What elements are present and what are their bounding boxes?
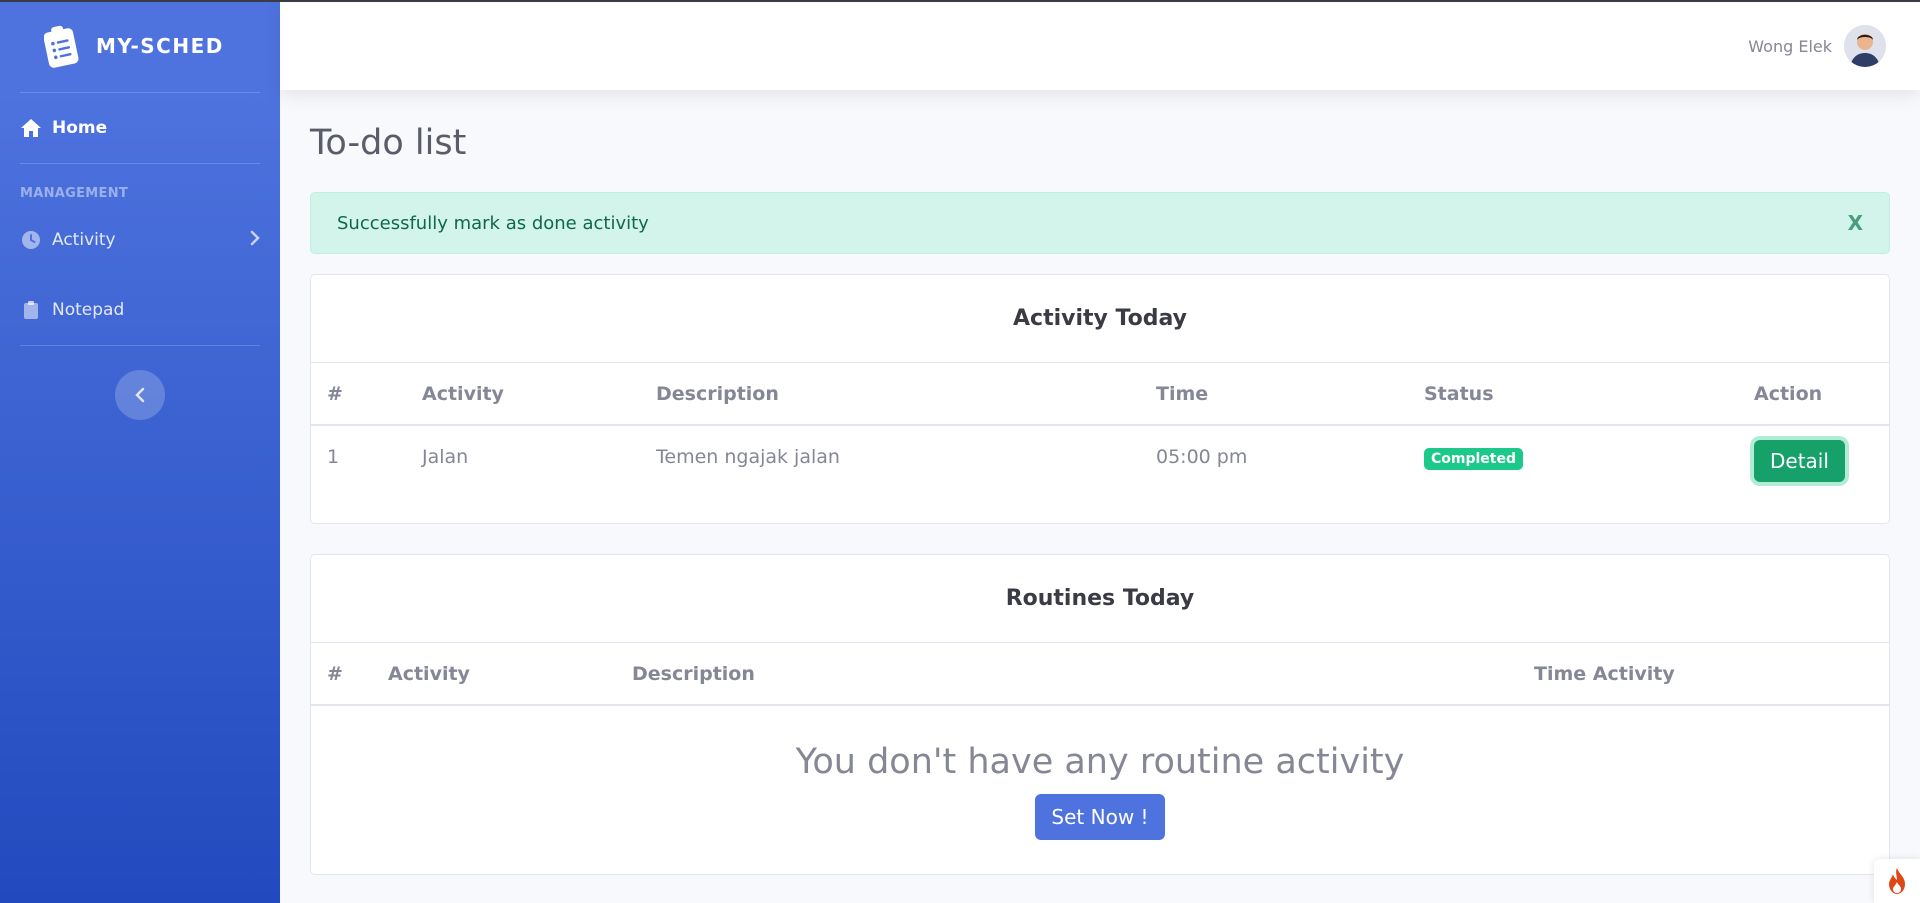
cell-action: Detail	[1738, 425, 1889, 523]
page-title: To-do list	[310, 123, 467, 163]
set-now-button[interactable]: Set Now !	[1035, 794, 1165, 840]
clock-icon	[20, 231, 42, 249]
cell-status: Completed	[1408, 425, 1738, 523]
user-name[interactable]: Wong Elek	[1748, 37, 1832, 56]
cell-description: Temen ngajak jalan	[656, 446, 840, 468]
column-header: Time	[1140, 363, 1408, 426]
window-top-border	[0, 0, 1920, 2]
table-header-row: # Activity Description Time Activity	[311, 643, 1889, 706]
alert-close-button[interactable]: X	[1848, 211, 1863, 235]
column-header: Action	[1738, 363, 1889, 426]
success-alert: Successfully mark as done activity X	[310, 192, 1890, 254]
column-header: Status	[1408, 363, 1738, 426]
table-header-row: # Activity Description Time Status Actio…	[311, 363, 1889, 426]
topbar: Wong Elek	[280, 2, 1920, 90]
sidebar: MY-SCHED Home MANAGEMENT Activity Notepa…	[0, 0, 280, 903]
sidebar-toggle-button[interactable]	[115, 370, 165, 420]
card-title: Activity Today	[311, 275, 1889, 363]
cell-activity: Jalan	[422, 446, 469, 468]
main-content: To-do list Successfully mark as done act…	[310, 90, 1890, 875]
column-header: Time Activity	[1518, 643, 1889, 706]
column-header: Description	[640, 363, 1140, 426]
brand[interactable]: MY-SCHED	[0, 0, 280, 92]
column-header: Description	[616, 643, 1518, 706]
activity-today-card: Activity Today # Activity Description Ti…	[310, 274, 1890, 524]
chevron-right-icon	[250, 230, 260, 251]
chevron-left-icon	[135, 387, 145, 403]
sidebar-item-label: Home	[52, 118, 108, 138]
column-header: #	[311, 363, 406, 426]
sidebar-item-label: Activity	[52, 230, 116, 250]
column-header: Activity	[406, 363, 640, 426]
clipboard-list-icon	[44, 25, 79, 68]
empty-message: You don't have any routine activity	[795, 742, 1405, 782]
activity-table: # Activity Description Time Status Actio…	[311, 363, 1889, 523]
sidebar-item-label: Notepad	[52, 300, 125, 320]
sidebar-item-notepad[interactable]: Notepad	[0, 275, 280, 345]
column-header: Activity	[372, 643, 616, 706]
home-icon	[20, 119, 42, 137]
sidebar-item-home[interactable]: Home	[0, 93, 280, 163]
sidebar-item-activity[interactable]: Activity	[0, 205, 280, 275]
avatar[interactable]	[1844, 25, 1886, 67]
empty-state: You don't have any routine activity Set …	[311, 706, 1889, 874]
sidebar-heading: MANAGEMENT	[20, 186, 129, 201]
routines-today-card: Routines Today # Activity Description Ti…	[310, 554, 1890, 875]
clipboard-icon	[20, 301, 42, 319]
flame-icon	[1889, 868, 1905, 894]
brand-name: MY-SCHED	[96, 34, 224, 58]
sidebar-divider	[20, 345, 260, 346]
cell-time: 05:00 pm	[1156, 446, 1248, 468]
alert-message: Successfully mark as done activity	[337, 212, 649, 234]
detail-button[interactable]: Detail	[1754, 440, 1845, 482]
routines-table: # Activity Description Time Activity	[311, 643, 1889, 706]
debug-toolbar-button[interactable]	[1874, 859, 1920, 903]
status-badge: Completed	[1424, 448, 1524, 470]
column-header: #	[311, 643, 372, 706]
card-title: Routines Today	[311, 555, 1889, 643]
cell-number: 1	[327, 446, 340, 468]
table-row: 1 Jalan Temen ngajak jalan 05:00 pm Comp…	[311, 425, 1889, 523]
